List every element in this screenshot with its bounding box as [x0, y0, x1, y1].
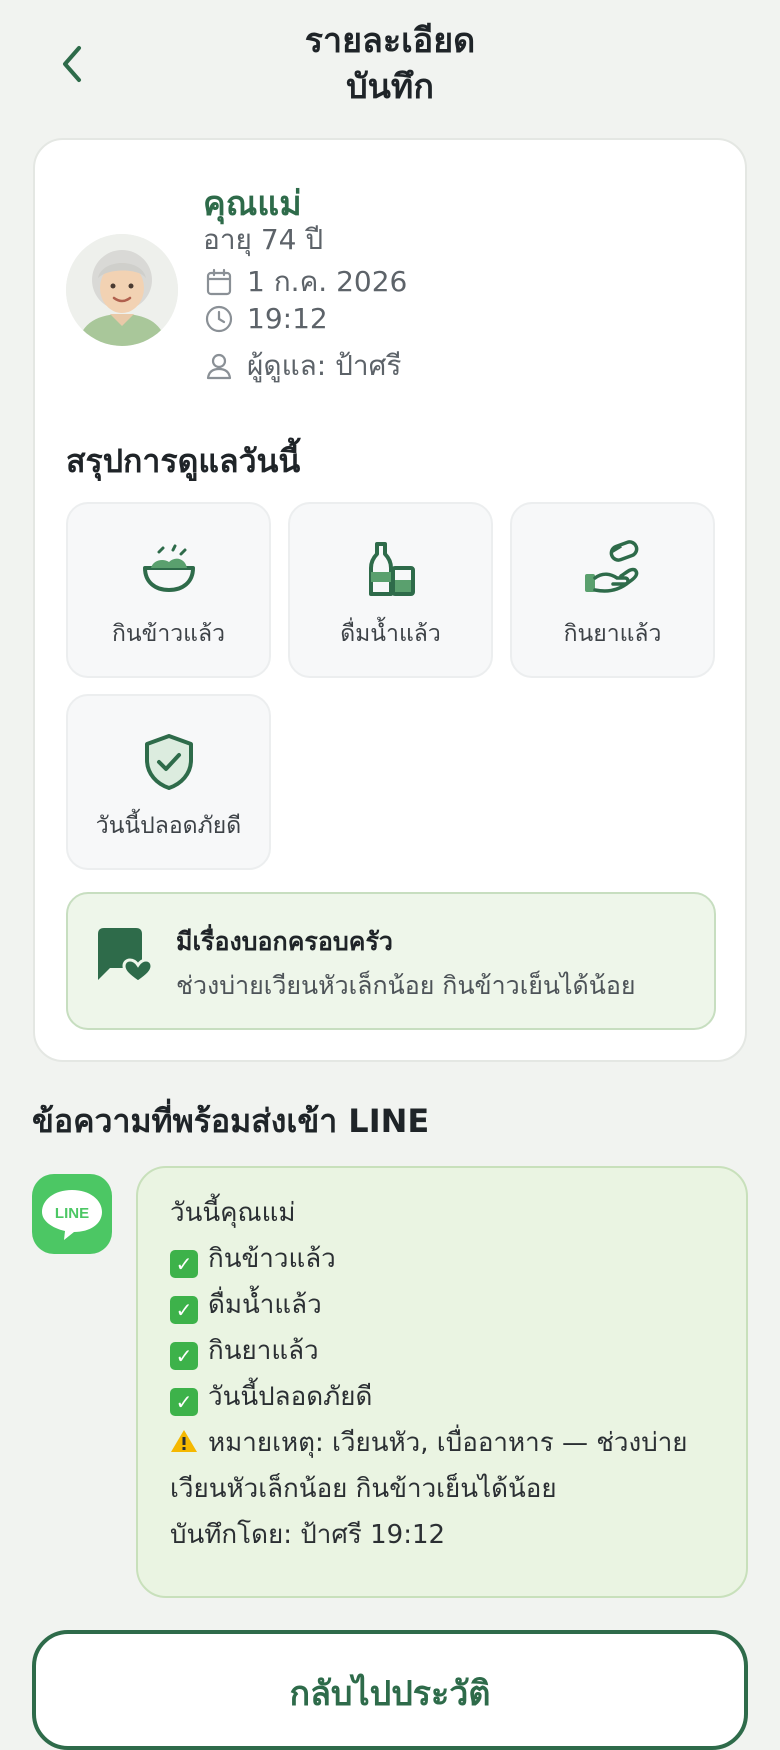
- message-warning: หมายเหตุ: เวียนหัว, เบื่ออาหาร — ช่วงบ่า…: [170, 1428, 688, 1504]
- line-logo: LINE: [32, 1174, 112, 1254]
- back-to-history-button[interactable]: กลับไปประวัติ: [32, 1630, 748, 1750]
- line-message-bubble: วันนี้คุณแม่ ✓ กินข้าวแล้ว ✓ ดื่มน้ำแล้ว ✓…: [136, 1166, 748, 1598]
- line-section-title: ข้อความที่พร้อมส่งเข้า LINE: [32, 1102, 430, 1140]
- tile-label: ดื่มน้ำแล้ว: [340, 621, 441, 647]
- note-text: ช่วงบ่ายเวียนหัวเล็กน้อย กินข้าวเย็นได้น…: [176, 971, 636, 1000]
- time-row: 19:12: [203, 302, 328, 335]
- summary-tile-medicine: กินยาแล้ว: [510, 502, 715, 678]
- summary-tile-drank: ดื่มน้ำแล้ว: [288, 502, 493, 678]
- message-footer: บันทึกโดย: ป้าศรี 19:12: [170, 1520, 446, 1550]
- pill-hand-icon: [584, 540, 638, 593]
- clock-icon: [205, 305, 233, 332]
- age-row: อายุ 74 ปี: [203, 218, 323, 262]
- line-chat-icon: LINE: [42, 1190, 102, 1240]
- tile-label: กินข้าวแล้ว: [111, 621, 226, 647]
- message-greeting: วันนี้คุณแม่: [170, 1198, 296, 1228]
- date-row: 1 ก.ค. 2026: [203, 260, 407, 304]
- page-title: รายละเอียด บันทึก: [304, 21, 476, 107]
- tile-label: กินยาแล้ว: [563, 621, 662, 647]
- time-text: 19:12: [247, 302, 328, 335]
- summary-tile-safe: วันนี้ปลอดภัยดี: [66, 694, 271, 870]
- note-title: มีเรื่องบอกครอบครัว: [176, 927, 393, 956]
- back-button[interactable]: [48, 36, 96, 92]
- line-logo-text: LINE: [55, 1205, 89, 1222]
- tile-label: วันนี้ปลอดภัยดี: [95, 813, 242, 839]
- check-mark-icon: ✓: [170, 1342, 198, 1370]
- message-check-item: ✓ วันนี้ปลอดภัยดี: [170, 1374, 716, 1420]
- calendar-icon: [206, 268, 232, 296]
- message-check-item: ✓ กินข้าวแล้ว: [170, 1236, 716, 1282]
- warning-icon: [171, 1430, 197, 1452]
- message-check-item: ✓ ดื่มน้ำแล้ว: [170, 1282, 716, 1328]
- rice-bowl-icon: [142, 544, 195, 592]
- summary-tile-ate: กินข้าวแล้ว: [66, 502, 271, 678]
- check-mark-icon: ✓: [170, 1250, 198, 1278]
- age-text: อายุ 74 ปี: [203, 223, 324, 256]
- chevron-left-icon: [63, 46, 81, 82]
- chat-heart-icon: [98, 928, 154, 984]
- check-mark-icon: ✓: [170, 1388, 198, 1416]
- date-text: 1 ก.ค. 2026: [247, 265, 408, 298]
- caregiver-row: ผู้ดูแล: ป้าศรี: [203, 344, 401, 388]
- record-card: คุณแม่ อายุ 74 ปี 1 ก.ค. 2026 19:12 ผู้ด…: [33, 138, 747, 1062]
- summary-title: สรุปการดูแลวันนี้: [66, 442, 301, 480]
- person-icon: [206, 353, 232, 380]
- water-bottle-icon: [368, 542, 415, 596]
- avatar: [66, 234, 178, 346]
- message-check-item: ✓ กินยาแล้ว: [170, 1328, 716, 1374]
- shield-check-icon: [144, 734, 193, 790]
- caregiver-text: ผู้ดูแล: ป้าศรี: [247, 349, 402, 382]
- elderly-woman-avatar-icon: [66, 234, 178, 346]
- family-note: มีเรื่องบอกครอบครัว ช่วงบ่ายเวียนหัวเล็ก…: [66, 892, 716, 1030]
- top-bar: รายละเอียด บันทึก: [0, 0, 780, 130]
- check-mark-icon: ✓: [170, 1296, 198, 1324]
